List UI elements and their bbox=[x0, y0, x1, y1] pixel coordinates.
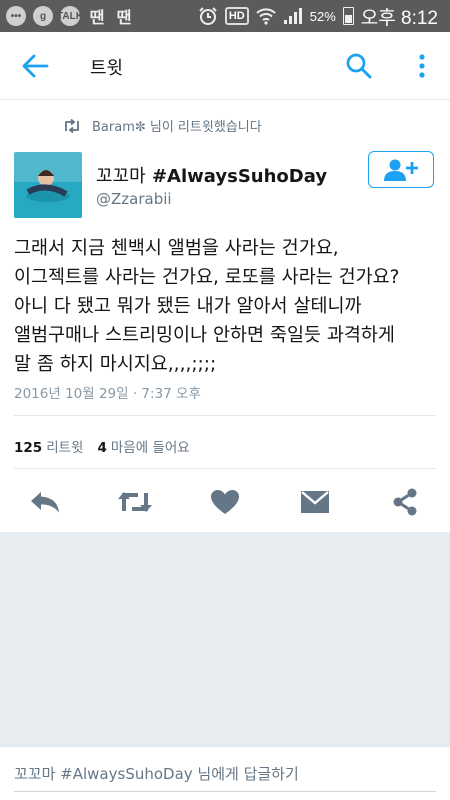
share-icon bbox=[393, 488, 417, 516]
g-circle-icon: g bbox=[33, 6, 53, 26]
talk-icon: TALK bbox=[57, 6, 83, 26]
retweeted-by-text: Baram✼ 님이 리트윗했습니다 bbox=[92, 120, 262, 135]
author-name-prefix: 꼬꼬마 bbox=[96, 166, 146, 187]
divider bbox=[14, 468, 436, 469]
tweet-timestamp: 2016년 10월 29일 · 7:37 오후 bbox=[14, 386, 201, 402]
author-name[interactable]: 꼬꼬마 #AlwaysSuhoDay bbox=[96, 162, 327, 188]
notification-icons: ••• g TALK 땐 땐 bbox=[0, 6, 134, 27]
ttan-app-icon: 땐 bbox=[89, 10, 105, 27]
tweet-text-line: 그래서 지금 첸백시 앨범을 사라는 건가요, bbox=[14, 238, 339, 259]
system-indicators: HD 52% 오후 8:12 bbox=[198, 3, 450, 30]
tweet-card: Baram✼ 님이 리트윗했습니다 꼬꼬마 #AlwaysSuhoDay @Zz… bbox=[0, 100, 450, 532]
retweet-count: 125 bbox=[14, 440, 43, 456]
add-user-icon bbox=[384, 159, 418, 181]
envelope-icon bbox=[301, 491, 329, 513]
status-bar: ••• g TALK 땐 땐 HD 52% 오후 8:12 bbox=[0, 0, 450, 32]
heart-icon bbox=[211, 490, 239, 514]
tweet-text: 그래서 지금 첸백시 앨범을 사라는 건가요, 이그젝트를 사라는 건가요, 로… bbox=[14, 234, 444, 379]
like-button[interactable] bbox=[205, 484, 245, 520]
follow-button[interactable] bbox=[368, 151, 434, 188]
avatar[interactable] bbox=[14, 152, 82, 218]
reply-icon bbox=[31, 492, 59, 513]
reply-composer[interactable]: 꼬꼬마 #AlwaysSuhoDay 님에게 답글하기 bbox=[0, 746, 450, 800]
battery-percent: 52% bbox=[309, 8, 336, 24]
retweet-button[interactable] bbox=[115, 484, 155, 520]
tweet-actions bbox=[0, 484, 450, 520]
avatar-image bbox=[14, 152, 82, 218]
retweet-small-icon bbox=[65, 118, 79, 133]
author-name-tag: #AlwaysSuhoDay bbox=[151, 166, 328, 187]
author-handle[interactable]: @Zzarabii bbox=[96, 190, 172, 208]
like-stat[interactable]: 4 마음에 들어요 bbox=[97, 436, 189, 456]
clock: 오후 8:12 bbox=[360, 7, 438, 29]
reply-button[interactable] bbox=[25, 484, 65, 520]
like-stat-label: 마음에 들어요 bbox=[110, 440, 190, 456]
alarm-icon bbox=[199, 7, 217, 25]
reply-placeholder[interactable]: 꼬꼬마 #AlwaysSuhoDay 님에게 답글하기 bbox=[14, 763, 299, 784]
hd-voice-indicator: HD bbox=[224, 7, 249, 25]
tweet-text-line: 앨범구매나 스트리밍이나 안하면 죽일듯 과격하게 bbox=[14, 325, 395, 346]
retweet-stat[interactable]: 125 리트윗 bbox=[14, 436, 83, 456]
retweet-stat-label: 리트윗 bbox=[46, 440, 84, 456]
ttan-app-icon: 땐 bbox=[116, 10, 132, 27]
wifi-icon bbox=[256, 8, 276, 25]
signal-icon bbox=[283, 8, 302, 24]
reply-underline bbox=[14, 791, 436, 792]
tweet-text-line: 이그젝트를 사라는 건가요, 로또를 사라는 건가요? bbox=[14, 267, 400, 288]
message-button[interactable] bbox=[295, 484, 335, 520]
retweet-icon bbox=[118, 492, 152, 512]
battery-icon bbox=[342, 7, 354, 25]
tweet-stats: 125 리트윗 4 마음에 들어요 bbox=[14, 436, 190, 456]
back-arrow-icon[interactable] bbox=[20, 52, 50, 80]
page-title: 트윗 bbox=[90, 58, 124, 79]
tweet-text-line: 말 좀 하지 마시지요,,,,;;;; bbox=[14, 354, 217, 375]
more-options-icon[interactable] bbox=[412, 52, 432, 80]
divider bbox=[14, 415, 436, 416]
retweet-context[interactable]: Baram✼ 님이 리트윗했습니다 bbox=[62, 116, 262, 135]
share-button[interactable] bbox=[385, 484, 425, 520]
chat-bubble-icon: ••• bbox=[6, 6, 26, 26]
app-bar: 트윗 bbox=[0, 32, 450, 100]
tweet-text-line: 아니 다 됐고 뭐가 됐든 내가 알아서 살테니까 bbox=[14, 296, 362, 317]
search-icon[interactable] bbox=[345, 52, 373, 80]
like-count: 4 bbox=[97, 440, 107, 456]
